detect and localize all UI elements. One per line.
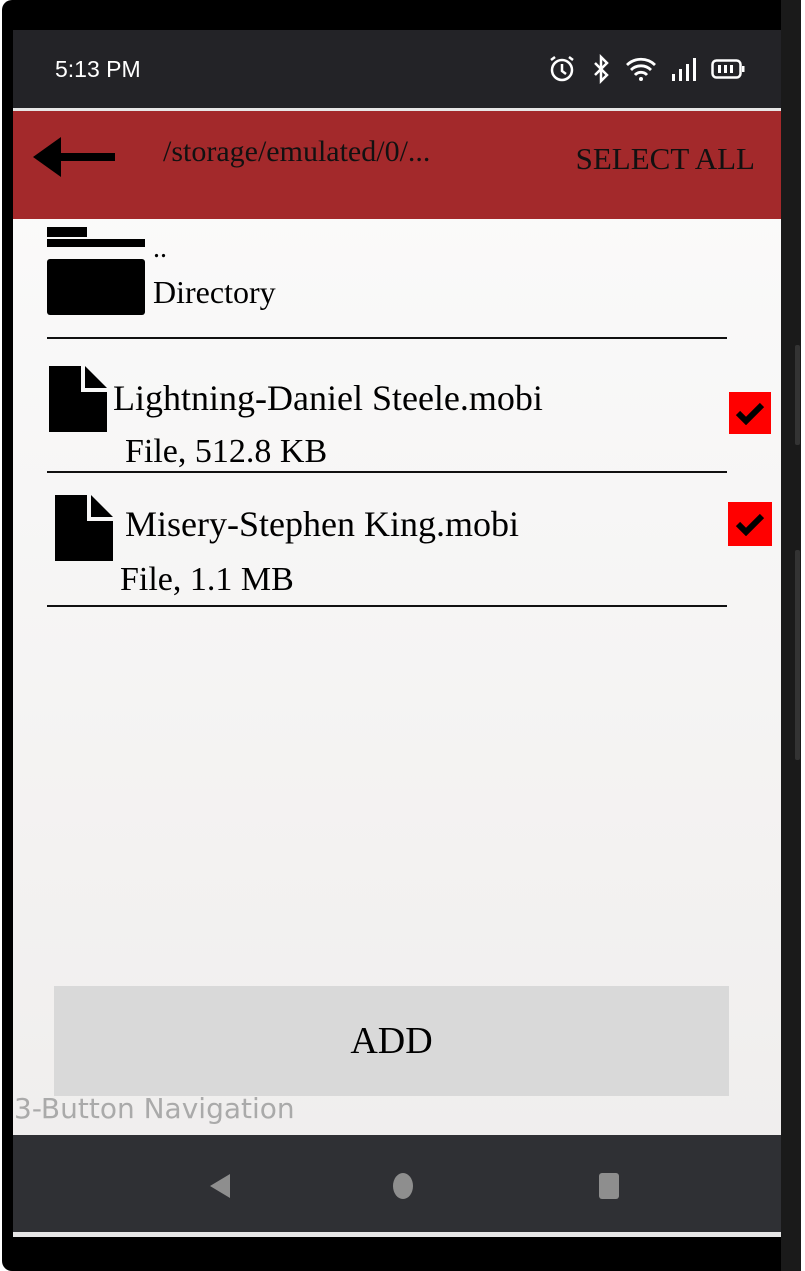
file-checkbox[interactable] [728,502,772,546]
list-item-file[interactable]: Misery-Stephen King.mobi File, 1.1 MB [47,473,727,607]
list-item-parent-directory[interactable]: .. Directory [47,219,727,339]
file-icon [49,366,107,432]
entry-detail: File, 1.1 MB [120,561,294,598]
divider [13,1232,781,1237]
recents-nav-icon[interactable] [598,1172,620,1200]
back-arrow-icon[interactable] [33,137,115,177]
select-all-button[interactable]: SELECT ALL [576,141,755,177]
entry-name: Lightning-Daniel Steele.mobi [113,378,543,418]
bluetooth-icon [594,54,609,84]
screen: 5:13 PM /storage/emulated/0/... SELECT A… [13,30,781,1237]
checkmark-icon [735,513,765,536]
status-bar: 5:13 PM [13,30,781,108]
entry-name: Misery-Stephen King.mobi [125,504,519,544]
list-item-file[interactable]: Lightning-Daniel Steele.mobi File, 512.8… [47,339,727,473]
alarm-icon [550,56,574,82]
entry-name: .. [153,233,167,264]
file-icon [55,495,113,561]
back-nav-icon[interactable] [208,1172,232,1200]
battery-icon [711,59,745,79]
home-nav-icon[interactable] [392,1172,414,1200]
power-button [795,550,800,760]
navigation-mode-label: 3-Button Navigation [14,1092,295,1125]
navigation-bar [13,1135,781,1232]
app-bar: /storage/emulated/0/... SELECT ALL [13,111,781,219]
file-checkbox[interactable] [729,392,771,434]
checkmark-icon [735,402,765,425]
entry-detail: Directory [153,274,276,310]
entry-detail: File, 512.8 KB [125,433,328,470]
folder-icon [47,227,145,315]
wifi-icon [626,57,656,81]
signal-icon [672,58,696,81]
add-button[interactable]: ADD [54,986,729,1096]
current-path: /storage/emulated/0/... [163,135,431,168]
status-time: 5:13 PM [55,56,141,82]
volume-button [795,345,800,445]
